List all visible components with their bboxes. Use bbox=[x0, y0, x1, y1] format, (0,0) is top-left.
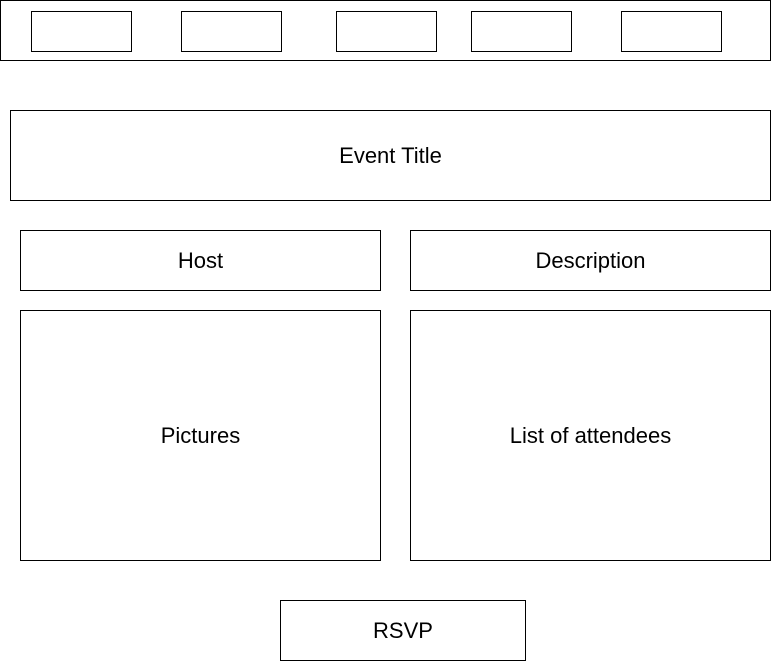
nav-item-2[interactable] bbox=[181, 11, 282, 52]
pictures-label: Pictures bbox=[160, 422, 241, 448]
nav-item-5[interactable] bbox=[621, 11, 722, 52]
rsvp-button-label: RSVP bbox=[373, 617, 433, 643]
host-panel: Host bbox=[20, 230, 381, 291]
rsvp-button[interactable]: RSVP bbox=[280, 600, 526, 661]
event-title-panel: Event Title bbox=[10, 110, 771, 201]
description-panel: Description bbox=[410, 230, 771, 291]
pictures-panel: Pictures bbox=[20, 310, 381, 561]
nav-item-1[interactable] bbox=[31, 11, 132, 52]
description-label: Description bbox=[535, 247, 646, 273]
nav-item-4[interactable] bbox=[471, 11, 572, 52]
nav-item-3[interactable] bbox=[336, 11, 437, 52]
top-navigation-bar bbox=[0, 0, 771, 61]
attendees-list-panel: List of attendees bbox=[410, 310, 771, 561]
event-title: Event Title bbox=[339, 142, 442, 168]
attendees-list-label: List of attendees bbox=[509, 422, 672, 448]
host-label: Host bbox=[177, 247, 224, 273]
